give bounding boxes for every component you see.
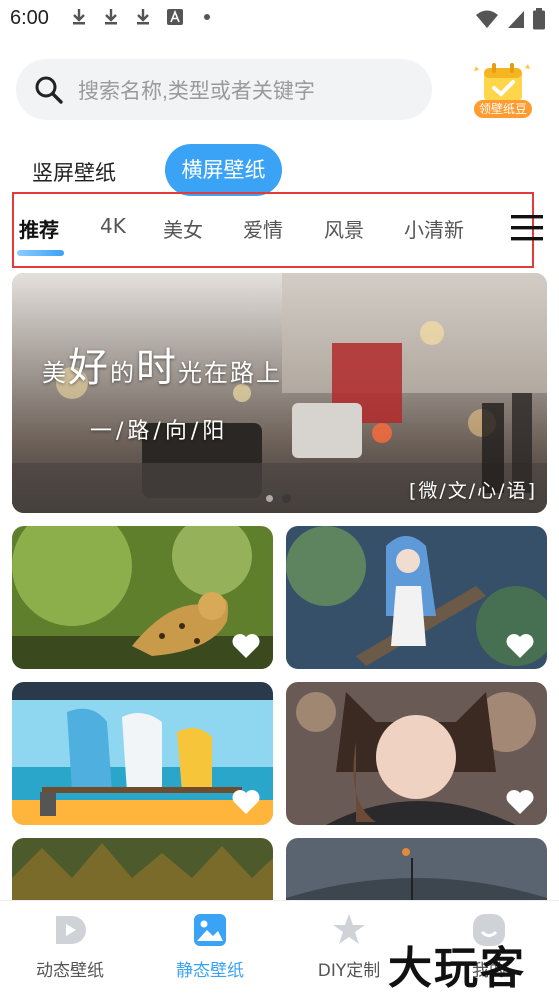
download-icon [134, 7, 152, 27]
banner-title: 美好的时光在路上 [42, 345, 282, 391]
wallpaper-card-anime-girl[interactable] [286, 526, 547, 669]
favorite-heart-icon[interactable] [231, 789, 261, 815]
more-dot-icon [198, 7, 216, 27]
category-tab-love[interactable]: 爱情 [243, 214, 283, 243]
banner-tag: [微/文/心/语] [408, 480, 537, 502]
nav-label-active: 静态壁纸 [176, 961, 244, 981]
favorite-heart-icon[interactable] [505, 789, 535, 815]
calendar-gift-icon [474, 63, 530, 102]
watermark-text: 大玩客 [388, 943, 526, 994]
status-time: 6:00 [10, 7, 49, 29]
nav-static-wallpaper[interactable]: 静态壁纸 [155, 912, 265, 981]
image-icon [192, 912, 228, 948]
favorite-heart-icon[interactable] [505, 633, 535, 659]
download-icon [70, 7, 88, 27]
search-input[interactable]: 搜索名称,类型或者关键字 [16, 59, 432, 120]
search-placeholder: 搜索名称,类型或者关键字 [78, 79, 315, 103]
wallpaper-card-cat-ears-girl[interactable] [286, 682, 547, 825]
tab-portrait-wallpaper[interactable]: 竖屏壁纸 [32, 157, 116, 187]
signal-icon [507, 9, 525, 33]
status-bar: 6:00 [0, 0, 559, 38]
category-tab-recommend[interactable]: 推荐 [19, 214, 59, 243]
category-tab-beauty[interactable]: 美女 [163, 214, 203, 243]
wallpaper-bean-button[interactable]: 领壁纸豆 [470, 58, 536, 124]
banner-carousel[interactable]: 美好的时光在路上 一/路/向/阳 [微/文/心/语] [12, 273, 547, 513]
play-d-icon [52, 912, 88, 948]
favorite-heart-icon[interactable] [231, 633, 261, 659]
search-icon [34, 75, 64, 105]
bean-label: 领壁纸豆 [474, 100, 532, 118]
star-icon [331, 912, 367, 948]
wallpaper-card-beach-bench[interactable] [12, 682, 273, 825]
carousel-dot [266, 495, 273, 502]
nav-label: 动态壁纸 [36, 961, 104, 981]
banner-subtitle: 一/路/向/阳 [90, 419, 229, 444]
tab-landscape-wallpaper[interactable]: 横屏壁纸 [165, 144, 282, 196]
notification-icons [70, 7, 216, 27]
wifi-icon [475, 9, 499, 33]
download-icon [102, 7, 120, 27]
battery-icon [533, 8, 545, 34]
category-tab-4k[interactable]: 4K [100, 214, 126, 238]
nav-dynamic-wallpaper[interactable]: 动态壁纸 [15, 912, 125, 981]
category-tab-scenery[interactable]: 风景 [324, 214, 364, 243]
system-status-icons [475, 8, 545, 34]
menu-icon[interactable] [511, 214, 543, 242]
wallpaper-card-leopard[interactable] [12, 526, 273, 669]
font-app-icon [166, 7, 184, 27]
category-active-indicator [17, 250, 64, 256]
category-tab-fresh[interactable]: 小清新 [404, 214, 464, 243]
carousel-dot-active [282, 494, 291, 503]
